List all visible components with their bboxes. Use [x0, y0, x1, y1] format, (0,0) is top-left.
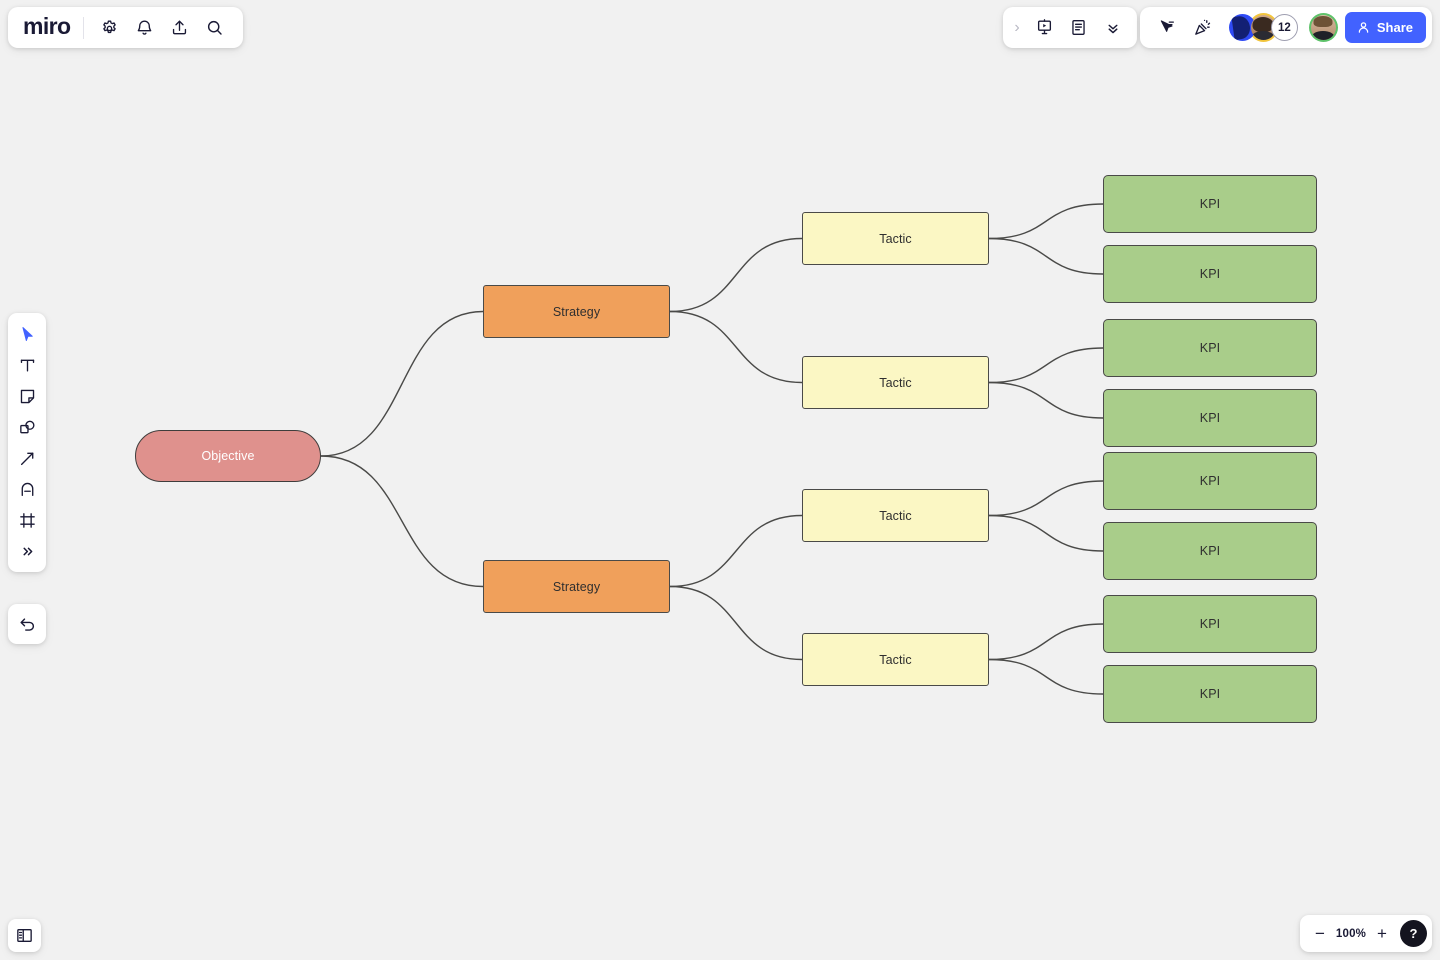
more-chevrons-icon[interactable] [1096, 11, 1129, 44]
mindmap-node-tactic[interactable]: Tactic [802, 633, 989, 686]
mindmap-node-tactic[interactable]: Tactic [802, 489, 989, 542]
panel-toggle-button[interactable] [8, 919, 41, 952]
person-icon [1358, 22, 1369, 33]
search-icon[interactable] [198, 11, 231, 44]
zoom-level-label[interactable]: 100% [1334, 928, 1368, 940]
notifications-icon[interactable] [128, 11, 161, 44]
miro-logo[interactable]: miro [20, 15, 80, 40]
sticky-tool[interactable] [12, 381, 42, 411]
settings-icon[interactable] [93, 11, 126, 44]
mindmap-connector[interactable] [988, 347, 1104, 384]
mindmap-connector[interactable] [988, 658, 1104, 695]
mindmap-node-kpi[interactable]: KPI [1103, 665, 1317, 723]
mindmap-node-tactic[interactable]: Tactic [802, 356, 989, 409]
mindmap-connector[interactable] [669, 514, 803, 588]
mindmap-node-label: KPI [1199, 544, 1221, 558]
share-button[interactable]: Share [1344, 12, 1426, 43]
chevron-right-icon[interactable]: › [1007, 11, 1027, 44]
mindmap-connector[interactable] [988, 623, 1104, 661]
mindmap-node-label: KPI [1199, 474, 1221, 488]
left-toolbar [8, 313, 46, 572]
mindmap-connector[interactable] [988, 203, 1104, 240]
mindmap-node-label: KPI [1199, 197, 1221, 211]
mindmap-connector[interactable] [669, 310, 803, 384]
mindmap-node-label: Strategy [552, 579, 601, 594]
mindmap-node-label: KPI [1199, 267, 1221, 281]
mindmap-node-tactic[interactable]: Tactic [802, 212, 989, 265]
mindmap-node-label: Tactic [879, 231, 912, 246]
top-right-toolbar-view: › [1003, 7, 1137, 48]
top-right-toolbar-collab: 12 Share [1139, 7, 1432, 48]
mindmap-node-label: Tactic [879, 652, 912, 667]
mindmap-connector[interactable] [320, 310, 484, 457]
mindmap-node-kpi[interactable]: KPI [1103, 522, 1317, 580]
upload-icon[interactable] [163, 11, 196, 44]
mindmap-node-label: Tactic [879, 375, 912, 390]
panel-icon [17, 928, 32, 943]
mindmap-node-strategy[interactable]: Strategy [483, 560, 670, 613]
board-canvas[interactable]: Objective Strategy Strategy Tactic Tactic Tac… [0, 0, 1440, 960]
mindmap-connector[interactable] [669, 237, 803, 313]
help-button[interactable]: ? [1400, 920, 1427, 947]
mindmap-node-label: KPI [1199, 341, 1221, 355]
miro-board-app: Objective Strategy Strategy Tactic Tactic Tac… [0, 0, 1440, 960]
mindmap-node-label: KPI [1199, 617, 1221, 631]
more-tools[interactable] [12, 536, 42, 566]
mindmap-node-label: KPI [1199, 411, 1221, 425]
mindmap-connector[interactable] [988, 480, 1104, 517]
mindmap-node-objective[interactable]: Objective [135, 430, 321, 482]
text-tool[interactable] [12, 350, 42, 380]
share-button-label: Share [1376, 20, 1413, 35]
undo-toolbar [8, 604, 46, 644]
zoom-in-button[interactable]: + [1370, 921, 1394, 947]
mindmap-connector[interactable] [669, 585, 803, 661]
frame-tool[interactable] [12, 505, 42, 535]
avatar-collaborator-2[interactable] [1308, 13, 1338, 42]
notes-icon[interactable] [1062, 11, 1095, 44]
collaborator-avatars[interactable]: 12 [1222, 13, 1302, 42]
mindmap-node-kpi[interactable]: KPI [1103, 452, 1317, 510]
mindmap-node-kpi[interactable]: KPI [1103, 389, 1317, 447]
divider [83, 16, 85, 39]
connector-tool[interactable] [12, 443, 42, 473]
mindmap-node-kpi[interactable]: KPI [1103, 319, 1317, 377]
top-left-toolbar: miro [8, 7, 244, 48]
shapes-tool[interactable] [12, 412, 42, 442]
collaborator-count-badge[interactable]: 12 [1270, 14, 1298, 41]
mindmap-node-label: KPI [1199, 687, 1221, 701]
mindmap-connector[interactable] [320, 455, 484, 588]
mindmap-node-label: Tactic [879, 508, 912, 523]
mindmap-node-label: Objective [201, 449, 255, 463]
undo-button[interactable] [12, 609, 42, 639]
pen-tool[interactable] [12, 474, 42, 504]
mindmap-node-kpi[interactable]: KPI [1103, 245, 1317, 303]
mindmap-connector[interactable] [988, 514, 1104, 552]
follow-cursor-icon[interactable] [1150, 11, 1183, 44]
select-tool[interactable] [12, 319, 42, 349]
mindmap-connector[interactable] [988, 381, 1104, 419]
mindmap-node-strategy[interactable]: Strategy [483, 285, 670, 338]
zoom-controls: − 100% + ? [1300, 915, 1432, 952]
presentation-icon[interactable] [1028, 11, 1061, 44]
mindmap-node-kpi[interactable]: KPI [1103, 175, 1317, 233]
mindmap-connector[interactable] [988, 237, 1104, 275]
celebrate-icon[interactable] [1186, 11, 1219, 44]
mindmap-node-kpi[interactable]: KPI [1103, 595, 1317, 653]
zoom-out-button[interactable]: − [1308, 921, 1332, 947]
mindmap-node-label: Strategy [552, 304, 601, 319]
